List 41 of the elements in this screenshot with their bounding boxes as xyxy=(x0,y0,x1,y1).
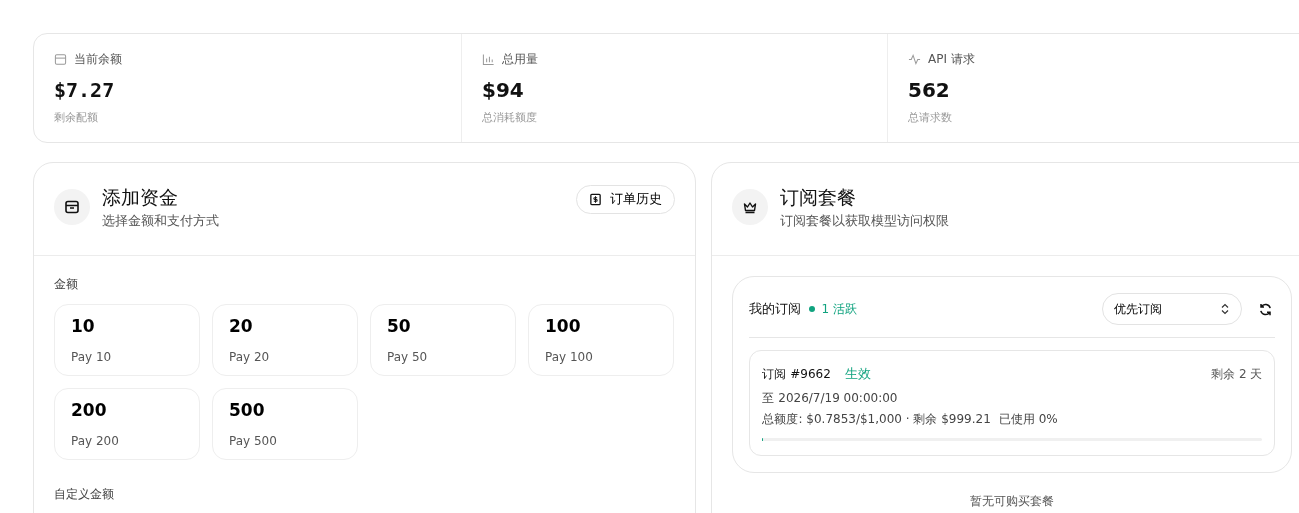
stat-caption: 剩余配额 xyxy=(54,110,99,125)
stat-caption: 总消耗额度 xyxy=(482,110,538,125)
expiry-date: 至 2026/7/19 00:00:00 xyxy=(762,390,899,407)
amount-option[interactable]: 100 Pay 100 xyxy=(528,304,674,376)
active-count: 1 活跃 xyxy=(821,300,857,318)
stat-label: 总用量 xyxy=(502,51,538,68)
crown-icon xyxy=(732,189,769,225)
card-subtitle: 选择金额和支付方式 xyxy=(102,213,220,230)
status-label: 生效 xyxy=(844,365,871,383)
amount-option[interactable]: 200 Pay 200 xyxy=(54,388,200,460)
card-title: 订阅套餐 xyxy=(780,185,858,210)
my-subscriptions-label: 我的订阅 xyxy=(749,300,802,318)
subscription-name: 订阅 #9662 xyxy=(762,365,831,383)
sort-select[interactable]: 优先订阅 xyxy=(1102,293,1243,325)
quota-text: 总额度: $0.7853/$1,000 · 剩余 $999.21 xyxy=(762,411,991,428)
activity-icon xyxy=(908,53,921,66)
stat-label: 当前余额 xyxy=(74,51,122,68)
bar-chart-icon xyxy=(482,53,495,66)
custom-amount-label: 自定义金额 xyxy=(54,486,115,503)
stat-value: $94 xyxy=(482,78,525,102)
order-history-button[interactable]: 订单历史 xyxy=(576,185,676,214)
status-dot xyxy=(809,306,816,312)
wallet-icon xyxy=(54,189,90,225)
stat-value: $7.27 xyxy=(54,78,116,102)
chevron-updown-icon xyxy=(1220,303,1231,315)
wallet-icon xyxy=(54,53,67,66)
amount-label: 金额 xyxy=(54,276,79,293)
amount-option[interactable]: 20 Pay 20 xyxy=(212,304,358,376)
stat-value: 562 xyxy=(908,78,951,102)
refresh-icon xyxy=(1258,302,1274,317)
amount-option[interactable]: 10 Pay 10 xyxy=(54,304,200,376)
stat-label: API 请求 xyxy=(928,51,975,68)
card-subtitle: 订阅套餐以获取模型访问权限 xyxy=(780,213,951,230)
card-title: 添加资金 xyxy=(102,185,179,210)
empty-message: 暂无可购买套餐 xyxy=(969,493,1056,510)
receipt-icon xyxy=(589,193,603,206)
stat-caption: 总请求数 xyxy=(908,110,953,125)
remaining-days: 剩余 2 天 xyxy=(1211,365,1263,383)
amount-option[interactable]: 500 Pay 500 xyxy=(212,388,358,460)
amount-option[interactable]: 50 Pay 50 xyxy=(370,304,516,376)
usage-percent: 已使用 0% xyxy=(998,411,1058,428)
